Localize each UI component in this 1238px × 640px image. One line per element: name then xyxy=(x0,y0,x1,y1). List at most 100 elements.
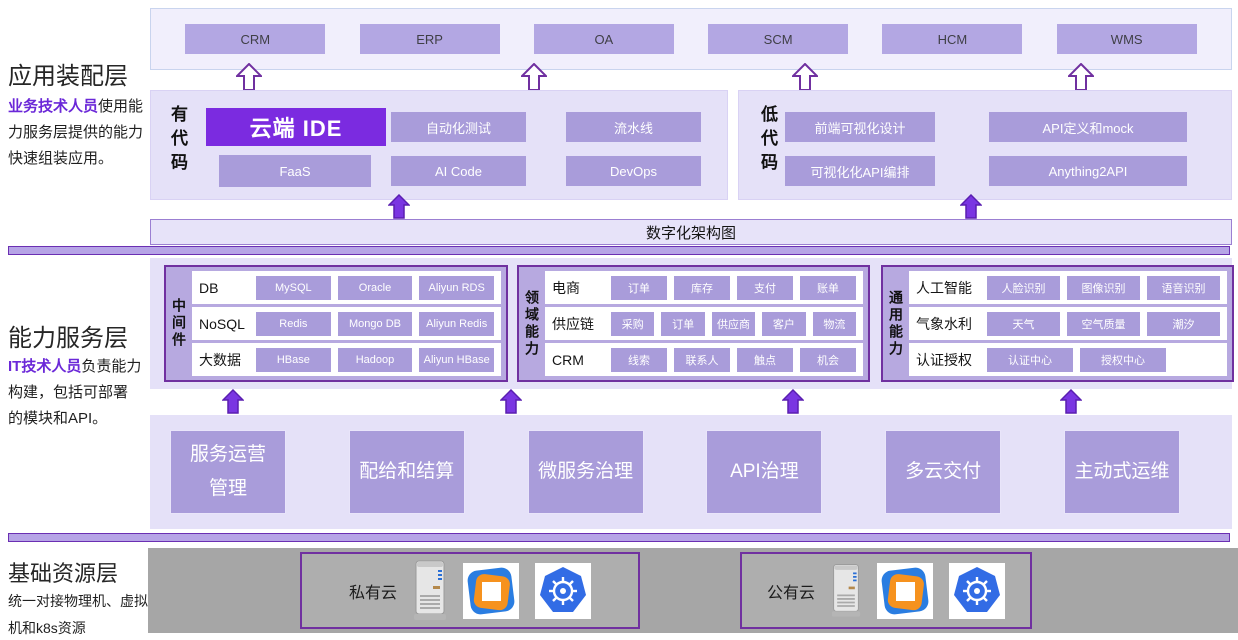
middleware-box: 中间件 DB MySQL Oracle Aliyun RDS NoSQL Red… xyxy=(164,265,508,382)
devops-chip: DevOps xyxy=(566,156,701,186)
sc-order-chip: 订单 xyxy=(661,312,704,336)
server-icon xyxy=(413,560,447,622)
middleware-label: 中间件 xyxy=(166,267,192,380)
layer-title-application: 应用装配层 xyxy=(8,56,128,91)
kubernetes-icon xyxy=(951,565,1003,617)
contact-chip: 联系人 xyxy=(674,348,730,372)
general-row-auth: 认证授权 认证中心 授权中心 xyxy=(909,343,1227,376)
inventory-chip: 库存 xyxy=(674,276,730,300)
aliyun-rds-chip: Aliyun RDS xyxy=(419,276,494,300)
pro-code-panel: 有代码 云端 IDE 自动化测试 流水线 FaaS AI Code DevOps xyxy=(150,90,728,200)
row-label-supplychain: 供应链 xyxy=(552,314,604,334)
bill-chip: 账单 xyxy=(800,276,856,300)
solid-up-arrow-icon xyxy=(782,389,804,414)
kubernetes-icon xyxy=(537,565,589,617)
api-governance-chip: API治理 xyxy=(706,430,822,514)
solid-up-arrow-icon xyxy=(500,389,522,414)
hollow-up-arrow-icon xyxy=(521,63,547,91)
auth-center-chip: 认证中心 xyxy=(987,348,1073,372)
low-code-panel: 低代码 前端可视化设计 API定义和mock 可视化化API编排 Anythin… xyxy=(738,90,1232,200)
middleware-row-bigdata: 大数据 HBase Hadoop Aliyun HBase xyxy=(192,343,501,376)
layer-desc-resource: 统一对接物理机、虚拟机和k8s资源 xyxy=(8,588,158,640)
order-chip: 订单 xyxy=(611,276,667,300)
domain-capability-box: 领域能力 电商 订单 库存 支付 账单 供应链 采购 订单 供应商 客户 物流 … xyxy=(517,265,870,382)
public-cloud-box: 公有云 xyxy=(740,552,1032,629)
domain-row-crm: CRM 线索 联系人 触点 机会 xyxy=(545,343,863,376)
base-resource-band: 私有云 xyxy=(148,548,1238,633)
mysql-chip: MySQL xyxy=(256,276,331,300)
layer-lead-capability: IT技术人员 xyxy=(8,358,81,375)
hollow-up-arrow-icon xyxy=(1068,63,1094,91)
air-quality-chip: 空气质量 xyxy=(1067,312,1140,336)
visual-api-orchestration-chip: 可视化化API编排 xyxy=(785,156,935,186)
private-cloud-box: 私有云 xyxy=(300,552,640,629)
layer-lead-application: 业务技术人员 xyxy=(8,98,98,115)
faas-chip: FaaS xyxy=(219,155,371,187)
pipeline-chip: 流水线 xyxy=(566,112,701,142)
redis-chip: Redis xyxy=(256,312,331,336)
app-chip-scm: SCM xyxy=(708,24,848,54)
row-label-bigdata: 大数据 xyxy=(199,350,249,370)
opportunity-chip: 机会 xyxy=(800,348,856,372)
app-chip-crm: CRM xyxy=(185,24,325,54)
multicloud-delivery-chip: 多云交付 xyxy=(885,430,1001,514)
auto-test-chip: 自动化测试 xyxy=(391,112,526,142)
lead-chip: 线索 xyxy=(611,348,667,372)
oracle-chip: Oracle xyxy=(338,276,413,300)
general-label: 通用能力 xyxy=(883,267,909,380)
layer-title-capability: 能力服务层 xyxy=(8,318,128,353)
row-label-crm: CRM xyxy=(552,352,604,368)
solid-up-arrow-icon xyxy=(960,194,982,219)
architecture-diagram: 应用装配层 业务技术人员使用能力服务层提供的能力快速组装应用。 能力服务层 IT… xyxy=(0,0,1238,640)
touchpoint-chip: 触点 xyxy=(737,348,793,372)
frontend-visual-design-chip: 前端可视化设计 xyxy=(785,112,935,142)
hadoop-chip: Hadoop xyxy=(338,348,413,372)
row-label-nosql: NoSQL xyxy=(199,316,249,332)
pro-code-label: 有代码 xyxy=(165,105,190,177)
app-chip-erp: ERP xyxy=(360,24,500,54)
service-operation-chip: 服务运营管理 xyxy=(170,430,286,514)
app-chip-hcm: HCM xyxy=(882,24,1022,54)
layer-desc-text-resource: 统一对接物理机、虚拟机和k8s资源 xyxy=(8,593,148,636)
domain-row-supplychain: 供应链 采购 订单 供应商 客户 物流 xyxy=(545,307,863,340)
hbase-chip: HBase xyxy=(256,348,331,372)
low-code-label: 低代码 xyxy=(755,105,780,177)
solid-up-arrow-icon xyxy=(222,389,244,414)
general-row-weather: 气象水利 天气 空气质量 潮汐 xyxy=(909,307,1227,340)
weather-chip: 天气 xyxy=(987,312,1060,336)
capability-lower-panel: 服务运营管理 配给和结算 微服务治理 API治理 多云交付 主动式运维 xyxy=(150,415,1232,529)
row-label-db: DB xyxy=(199,280,249,296)
vmware-icon xyxy=(879,565,931,617)
payment-chip: 支付 xyxy=(737,276,793,300)
customer-chip: 客户 xyxy=(762,312,805,336)
server-icon xyxy=(831,562,861,620)
hollow-up-arrow-icon xyxy=(792,63,818,91)
hollow-up-arrow-icon xyxy=(236,63,262,91)
middleware-row-nosql: NoSQL Redis Mongo DB Aliyun Redis xyxy=(192,307,501,340)
procurement-chip: 采购 xyxy=(611,312,654,336)
speech-recognition-chip: 语音识别 xyxy=(1147,276,1220,300)
general-capability-box: 通用能力 人工智能 人脸识别 图像识别 语音识别 气象水利 天气 空气质量 潮汐… xyxy=(881,265,1234,382)
layer-desc-application: 业务技术人员使用能力服务层提供的能力快速组装应用。 xyxy=(8,94,146,171)
allocation-settlement-chip: 配给和结算 xyxy=(349,430,465,514)
private-cloud-label: 私有云 xyxy=(349,579,397,603)
solid-up-arrow-icon xyxy=(388,194,410,219)
app-chip-oa: OA xyxy=(534,24,674,54)
row-label-auth: 认证授权 xyxy=(916,350,980,370)
general-row-ai: 人工智能 人脸识别 图像识别 语音识别 xyxy=(909,271,1227,304)
aliyun-redis-chip: Aliyun Redis xyxy=(419,312,494,336)
domain-row-ecommerce: 电商 订单 库存 支付 账单 xyxy=(545,271,863,304)
cloud-ide-chip: 云端 IDE xyxy=(206,108,386,146)
row-label-weather: 气象水利 xyxy=(916,314,980,334)
layer-divider xyxy=(8,246,1230,255)
row-label-ai: 人工智能 xyxy=(916,278,980,298)
layer-title-resource: 基础资源层 xyxy=(8,556,118,588)
domain-label: 领域能力 xyxy=(519,267,545,380)
app-chip-wms: WMS xyxy=(1057,24,1197,54)
application-bar: CRM ERP OA SCM HCM WMS xyxy=(150,8,1232,70)
public-cloud-label: 公有云 xyxy=(767,579,815,603)
ai-code-chip: AI Code xyxy=(391,156,526,186)
digital-architecture-bar: 数字化架构图 xyxy=(150,219,1232,245)
api-mock-chip: API定义和mock xyxy=(989,112,1187,142)
layer-desc-capability: IT技术人员负责能力构建，包括可部署的模块和API。 xyxy=(8,354,142,431)
